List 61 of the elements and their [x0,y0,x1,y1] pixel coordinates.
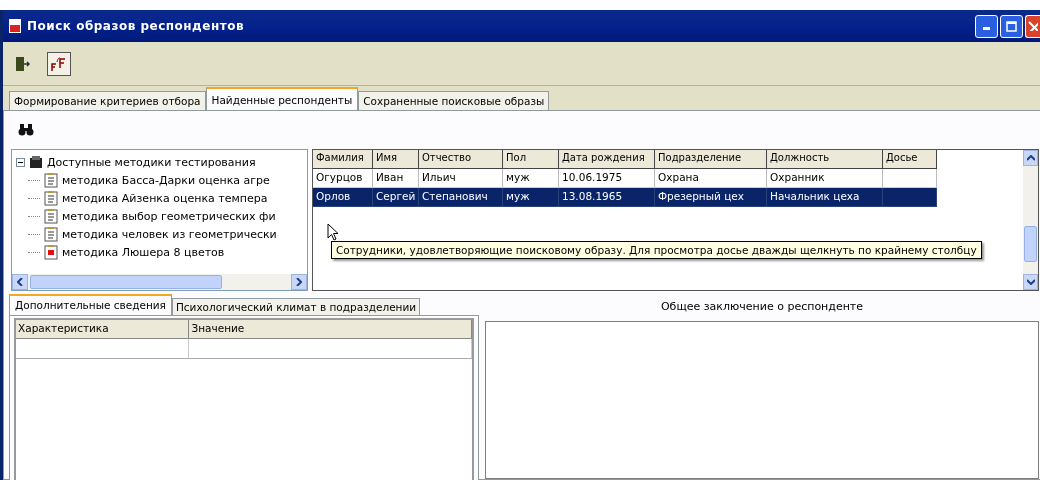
folder-icon [29,155,43,169]
tab[interactable]: Психологический климат в подразделении [171,298,421,315]
document-icon [44,244,58,260]
table-cell: муж [506,190,530,202]
table-cell: Охранник [770,171,825,183]
column-header[interactable]: Должность [767,150,883,169]
tree-node[interactable]: методика Басса-Дарки оценка агре [62,173,270,187]
document-icon [44,172,58,188]
tree-node[interactable]: методика Люшера 8 цветов [62,245,225,259]
scroll-thumb[interactable] [1024,225,1037,263]
column-header[interactable]: Фамилия [313,150,373,169]
maximize-button[interactable] [1000,14,1023,38]
column-header[interactable]: Характеристика [16,320,190,339]
tab[interactable]: Формирование критериев отбора [9,91,206,110]
column-header[interactable]: Имя [373,150,419,169]
table-cell: Фрезерный цех [658,190,744,202]
tree-node[interactable]: методика выбор геометрических фи [62,209,276,223]
table-cell: муж [506,171,530,183]
document-icon [44,208,58,224]
formula-button[interactable] [47,51,71,76]
table-cell: Орлов [316,190,351,202]
document-icon [44,226,58,242]
tree-node[interactable]: методика Айзенка оценка темпера [62,191,268,205]
close-icon [1028,21,1038,31]
tree-node[interactable]: методика человек из геометрически [62,227,277,241]
cursor-icon [327,223,339,241]
panel-title: Общее заключение о респонденте [660,299,864,313]
table-cell: Охрана [658,171,699,183]
table-cell: Начальник цеха [770,190,860,202]
column-header[interactable]: Подразделение [655,150,767,169]
tab[interactable]: Найденные респонденты [205,87,359,110]
horizontal-scrollbar[interactable] [12,274,307,290]
minimize-button[interactable] [975,14,998,38]
table-cell: Ильич [422,171,456,183]
table-cell: Огурцов [316,171,363,183]
close-button[interactable] [1025,14,1040,38]
tree-node[interactable]: Доступные методики тестирования [47,155,256,169]
table-cell: Степанович [422,190,488,202]
table-cell: 10.06.1975 [562,171,623,183]
table-cell: Иван [376,171,404,183]
document-icon [44,190,58,206]
tab[interactable]: Дополнительные сведения [9,294,172,315]
window-title: Поиск образов респондентов [27,19,244,33]
vertical-scrollbar[interactable] [1023,150,1038,290]
tooltip: Сотрудники, удовлетворяющие поисковому образу. Для просмотра досье дважды щелкнуть по крайнему столбцу [331,241,982,259]
maximize-icon [1006,20,1017,32]
column-header[interactable]: Дата рождения [559,150,655,169]
column-header[interactable]: Отчество [419,150,503,169]
collapse-icon[interactable] [16,157,25,167]
table-cell: Сергей [376,190,416,202]
table-cell: 13.08.1965 [562,190,623,202]
door-icon [15,55,31,72]
app-icon [9,19,21,33]
binoculars-icon[interactable] [18,124,34,136]
column-header[interactable]: Значение [189,320,472,339]
column-header[interactable]: Пол [503,150,559,169]
conclusion-field[interactable] [485,321,1039,479]
table-row[interactable]: Орлов Сергей Степанович муж 13.08.1965 Фрезерный цех Начальник цеха [313,188,1023,207]
formula-icon [50,55,68,72]
tab[interactable]: Сохраненные поисковые образы [358,91,550,110]
column-header[interactable]: Досье [883,150,937,169]
